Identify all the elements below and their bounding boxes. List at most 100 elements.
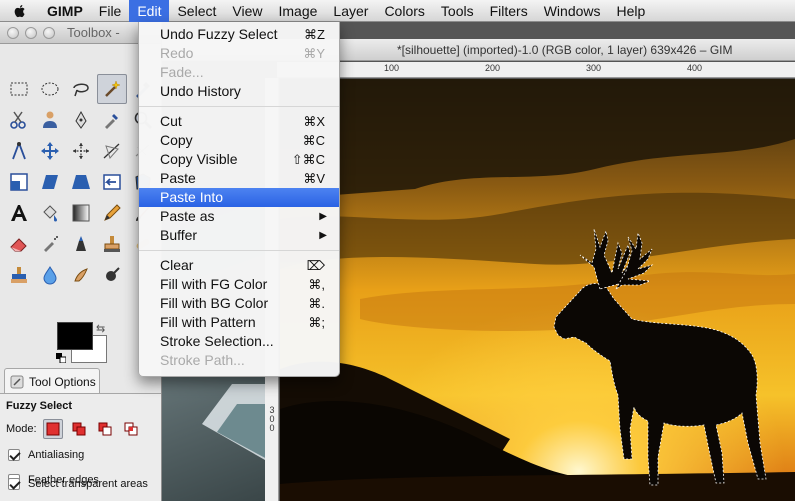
perspective-clone-tool[interactable]: [4, 260, 34, 290]
select-transparent-checkbox[interactable]: [8, 478, 20, 490]
close-window-button[interactable]: [7, 26, 19, 39]
menu-item-stroke-path[interactable]: Stroke Path...: [139, 351, 339, 370]
ruler-label-400: 400: [687, 63, 703, 73]
dodge-burn-tool[interactable]: [97, 260, 127, 290]
airbrush-tool[interactable]: [35, 229, 65, 259]
menu-item-undo-history[interactable]: Undo History: [139, 82, 339, 101]
swap-colors-icon[interactable]: ⇆: [96, 322, 105, 335]
zoom-window-button[interactable]: [43, 26, 55, 39]
antialiasing-checkbox[interactable]: [8, 449, 20, 461]
menu-item-stroke-selection[interactable]: Stroke Selection...: [139, 332, 339, 351]
text-a-icon: [11, 205, 27, 221]
menubar-app-gimp[interactable]: GIMP: [43, 0, 91, 22]
menu-tools[interactable]: Tools: [433, 0, 482, 22]
mode-add-button[interactable]: [69, 419, 89, 439]
vertical-ruler-label: 3 0 0: [269, 405, 275, 433]
edit-menu-dropdown: Undo Fuzzy Select ⌘Z Redo ⌘Y Fade... Undo …: [138, 22, 340, 377]
menubar: GIMP File Edit Select View Image Layer C…: [0, 0, 795, 22]
menu-item-fill-pattern[interactable]: Fill with Pattern ⌘;: [139, 313, 339, 332]
ink-tool[interactable]: [66, 229, 96, 259]
flip-icon: [103, 174, 121, 190]
tool-options-icon: [10, 375, 24, 388]
measure-tool[interactable]: [4, 136, 34, 166]
horizontal-ruler[interactable]: 100 200 300 400: [277, 62, 795, 78]
apple-logo-icon[interactable]: [12, 3, 28, 19]
menu-item-paste-into[interactable]: Paste Into: [139, 188, 339, 207]
shear-tool[interactable]: [35, 167, 65, 197]
menu-filters[interactable]: Filters: [482, 0, 536, 22]
paths-tool[interactable]: [66, 105, 96, 135]
menu-select[interactable]: Select: [169, 0, 224, 22]
blend-tool[interactable]: [66, 198, 96, 228]
menu-layer[interactable]: Layer: [325, 0, 376, 22]
clone-tool[interactable]: [97, 229, 127, 259]
perspective-stamp-icon: [11, 267, 27, 283]
menu-image[interactable]: Image: [270, 0, 325, 22]
scissors-select-tool[interactable]: [4, 105, 34, 135]
scissors-icon: [10, 111, 26, 129]
ruler-label-200: 200: [485, 63, 501, 73]
airbrush-icon: [44, 236, 58, 252]
menu-edit[interactable]: Edit: [129, 0, 170, 22]
smudge-tool[interactable]: [66, 260, 96, 290]
menu-file[interactable]: File: [91, 0, 130, 22]
image-canvas[interactable]: [280, 79, 795, 501]
menu-item-fill-bg[interactable]: Fill with BG Color ⌘.: [139, 294, 339, 313]
magic-wand-icon: [105, 80, 121, 97]
menu-separator: [139, 250, 339, 251]
mode-replace-button[interactable]: [42, 419, 63, 439]
menu-item-redo[interactable]: Redo ⌘Y: [139, 44, 339, 63]
free-select-tool[interactable]: [66, 74, 96, 104]
scale-tool[interactable]: [4, 167, 34, 197]
menu-item-paste-as[interactable]: Paste as ▶: [139, 207, 339, 226]
tool-options-tab[interactable]: Tool Options: [4, 368, 100, 394]
perspective-tool[interactable]: [66, 167, 96, 197]
menu-windows[interactable]: Windows: [536, 0, 609, 22]
blur-tool[interactable]: [35, 260, 65, 290]
menu-item-buffer[interactable]: Buffer ▶: [139, 226, 339, 245]
ruler-label-300: 300: [586, 63, 602, 73]
foreground-color-swatch[interactable]: [57, 322, 93, 350]
foreground-select-tool[interactable]: [35, 105, 65, 135]
toolbox-title: Toolbox -: [67, 25, 120, 40]
shortcut-paste: ⌘V: [303, 171, 325, 186]
lasso-icon: [73, 83, 89, 97]
submenu-arrow-icon: ▶: [319, 230, 327, 241]
move-tool[interactable]: [35, 136, 65, 166]
menu-colors[interactable]: Colors: [376, 0, 432, 22]
menu-item-cut[interactable]: Cut ⌘X: [139, 112, 339, 131]
menu-item-fade[interactable]: Fade...: [139, 63, 339, 82]
minimize-window-button[interactable]: [25, 26, 37, 39]
bucket-fill-tool[interactable]: [35, 198, 65, 228]
ellipse-select-tool[interactable]: [35, 74, 65, 104]
text-tool[interactable]: [4, 198, 34, 228]
menu-view[interactable]: View: [224, 0, 270, 22]
mode-subtract-button[interactable]: [95, 419, 115, 439]
menu-item-copy[interactable]: Copy ⌘C: [139, 131, 339, 150]
ruler-label-100: 100: [384, 63, 400, 73]
rect-select-tool[interactable]: [4, 74, 34, 104]
tool-grid: [4, 74, 159, 291]
fuzzy-select-tool[interactable]: [97, 74, 127, 104]
menu-item-paste[interactable]: Paste ⌘V: [139, 169, 339, 188]
menu-item-clear[interactable]: Clear ⌦: [139, 256, 339, 275]
crop-tool[interactable]: [97, 136, 127, 166]
mode-intersect-button[interactable]: [121, 419, 141, 439]
shortcut-fill-pattern: ⌘;: [308, 315, 325, 330]
default-colors-icon[interactable]: [56, 353, 66, 363]
mode-row: Mode:: [6, 419, 141, 439]
shortcut-undo: ⌘Z: [304, 27, 325, 42]
eraser-tool[interactable]: [4, 229, 34, 259]
pencil-tool[interactable]: [97, 198, 127, 228]
flip-tool[interactable]: [97, 167, 127, 197]
menu-item-fill-fg[interactable]: Fill with FG Color ⌘,: [139, 275, 339, 294]
shortcut-redo: ⌘Y: [303, 46, 325, 61]
mode-replace-icon: [46, 422, 60, 436]
antialiasing-option[interactable]: Antialiasing: [8, 449, 84, 461]
menu-item-copy-visible[interactable]: Copy Visible ⇧⌘C: [139, 150, 339, 169]
color-picker-tool[interactable]: [97, 105, 127, 135]
select-transparent-row[interactable]: Select transparent areas: [8, 478, 148, 490]
menu-help[interactable]: Help: [609, 0, 654, 22]
menu-item-undo-fuzzy-select[interactable]: Undo Fuzzy Select ⌘Z: [139, 25, 339, 44]
align-tool[interactable]: [66, 136, 96, 166]
